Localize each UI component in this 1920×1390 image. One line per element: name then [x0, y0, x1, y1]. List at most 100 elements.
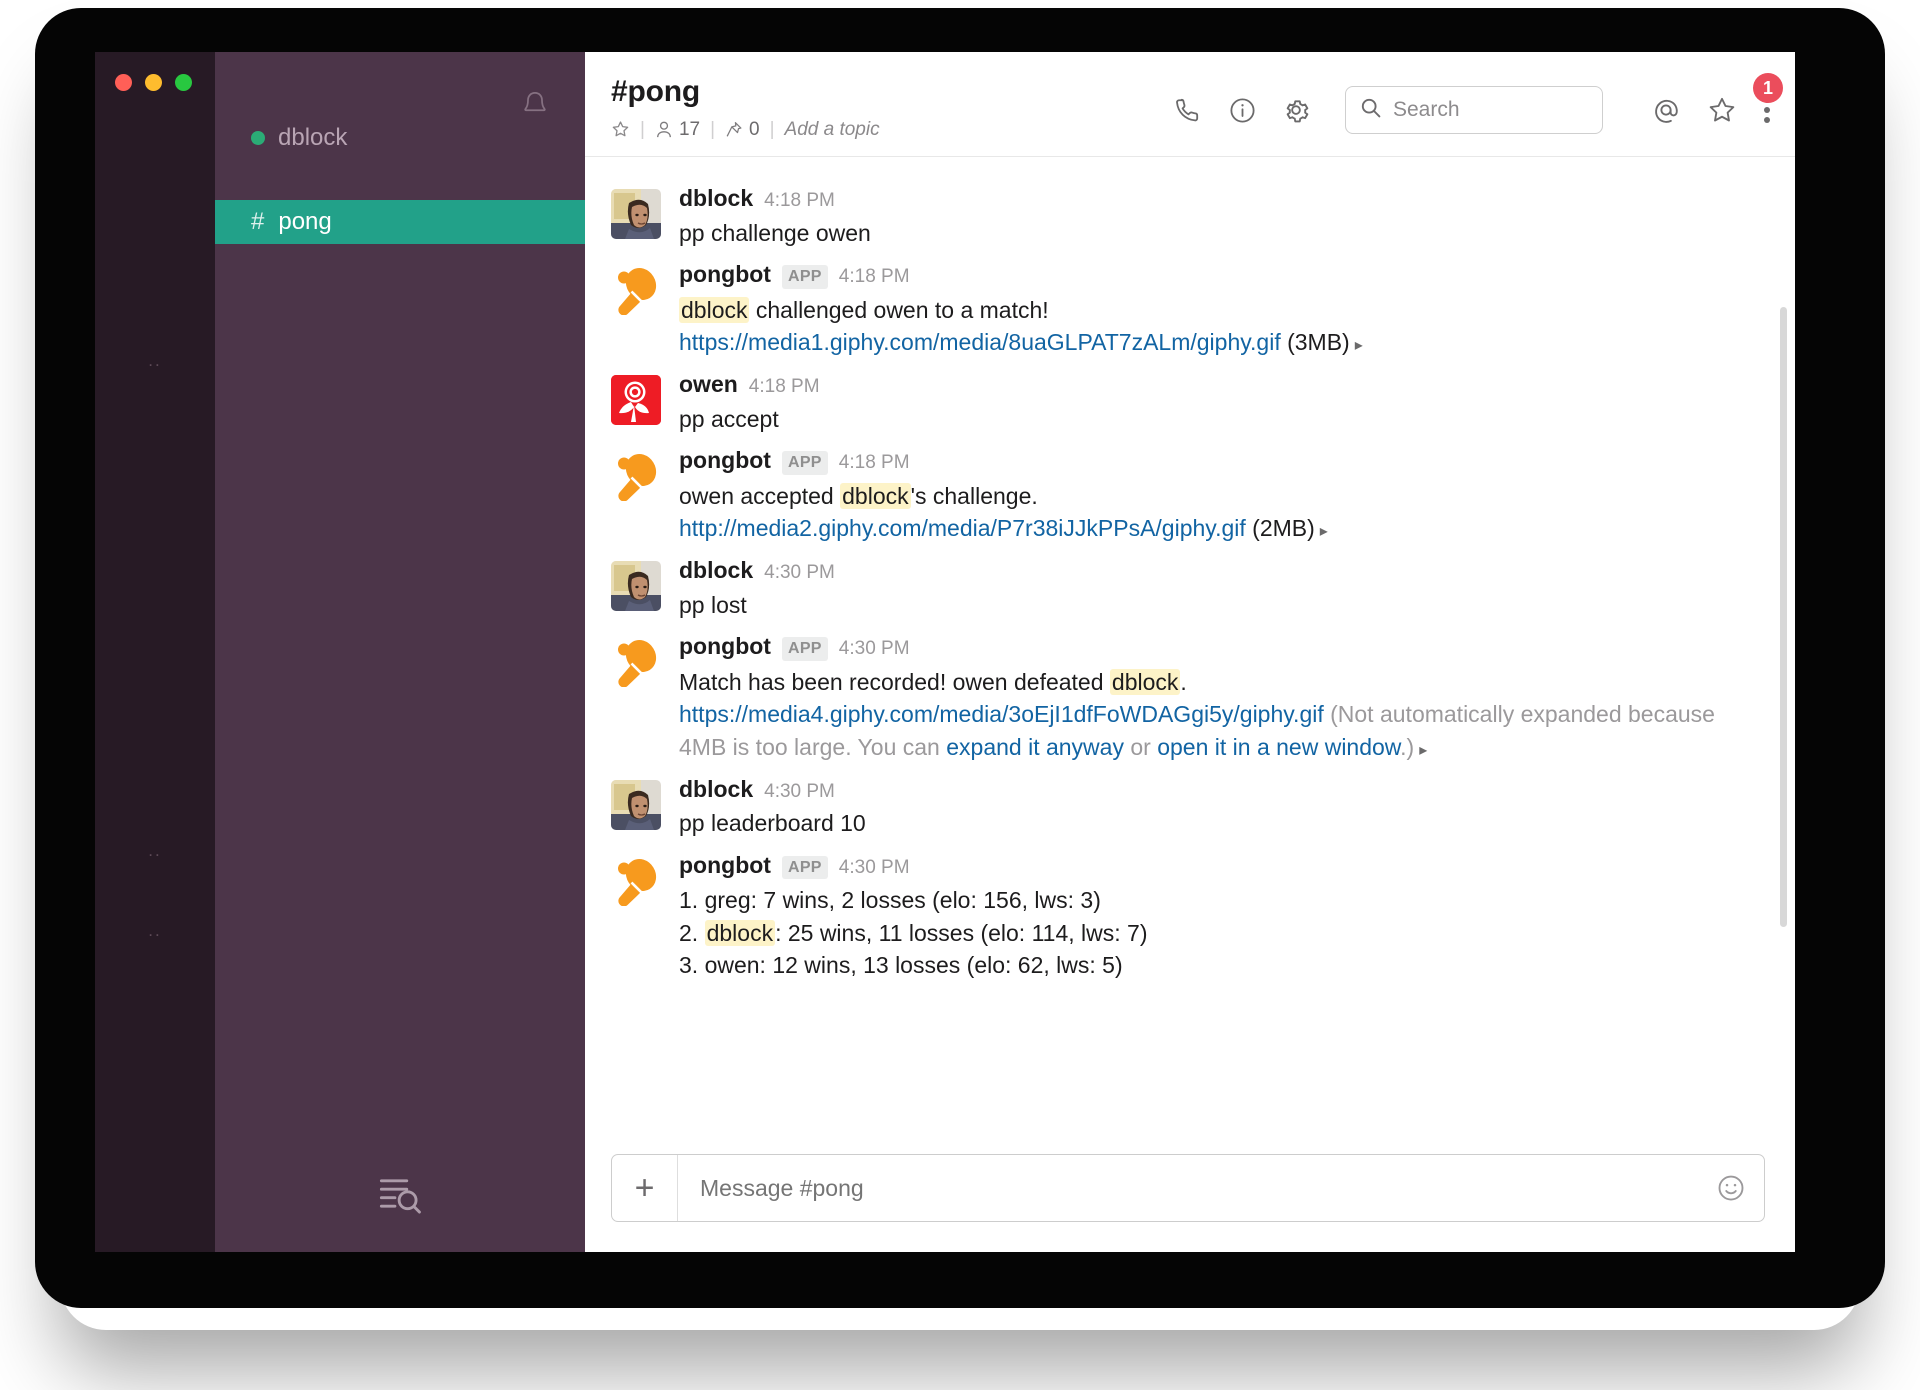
message-row: owen 4:18 PM pp accept — [611, 365, 1765, 441]
search-input[interactable]: Search — [1393, 98, 1460, 122]
message-text: pp accept — [679, 403, 1765, 436]
message-timestamp[interactable]: 4:18 PM — [764, 190, 835, 213]
expand-caret-icon[interactable]: ▸ — [1350, 337, 1363, 354]
message-link[interactable]: https://media1.giphy.com/media/8uaGLPAT7… — [679, 329, 1281, 355]
pinned-items-button[interactable]: 0 — [725, 119, 760, 141]
message-header: owen 4:18 PM — [679, 371, 1765, 399]
more-options-icon[interactable]: 1 — [1753, 73, 1783, 123]
notification-badge: 1 — [1753, 73, 1783, 103]
message-input[interactable] — [678, 1174, 1698, 1202]
message-author[interactable]: dblock — [679, 776, 753, 804]
message-header: dblock 4:30 PM — [679, 557, 1765, 585]
channel-header: #pong | 17 | 0 | Add a topic Search 1 — [585, 52, 1795, 157]
add-attachment-icon[interactable]: + — [612, 1155, 678, 1221]
slack-app-window: .. .. .. dblock # pong #pong | 17 | 0 | … — [95, 52, 1795, 1252]
team-name: dblock — [278, 124, 348, 151]
message-note: .) — [1400, 733, 1415, 760]
mention-highlight[interactable]: dblock — [1109, 668, 1181, 695]
message-author[interactable]: owen — [679, 371, 738, 399]
message-line: 1. greg: 7 wins, 2 losses (elo: 156, lws… — [679, 884, 1765, 917]
message-scrollbar-thumb[interactable] — [1780, 307, 1787, 927]
bell-icon[interactable] — [521, 90, 549, 120]
avatar[interactable] — [611, 637, 661, 688]
avatar[interactable] — [611, 189, 661, 239]
info-icon[interactable] — [1227, 95, 1257, 125]
message-link[interactable]: https://media4.giphy.com/media/3oEjI1dfF… — [679, 701, 1324, 727]
message-link[interactable]: http://media2.giphy.com/media/P7r38iJJkP… — [679, 515, 1246, 541]
message-author[interactable]: pongbot — [679, 447, 771, 475]
avatar[interactable] — [611, 779, 661, 830]
rail-placeholder-1: .. — [148, 351, 162, 370]
app-badge: APP — [781, 265, 828, 289]
message-text-run: Match has been recorded! owen defeated — [679, 668, 1110, 695]
header-right-icons: 1 — [1651, 73, 1783, 125]
mention-highlight[interactable]: dblock — [704, 919, 776, 946]
message-line: pp leaderboard 10 — [679, 807, 1765, 840]
channel-meta: | 17 | 0 | Add a topic — [611, 119, 880, 141]
message-text: 1. greg: 7 wins, 2 losses (elo: 156, lws… — [679, 884, 1765, 982]
rail-placeholder-2: .. — [148, 841, 162, 860]
message-text-run: 3. owen: 12 wins, 13 losses (elo: 62, lw… — [679, 952, 1123, 979]
members-button[interactable]: 17 — [655, 119, 700, 141]
call-icon[interactable] — [1173, 95, 1203, 125]
gear-icon[interactable] — [1281, 95, 1311, 125]
star-channel-button[interactable] — [611, 120, 630, 139]
message-text: pp leaderboard 10 — [679, 807, 1765, 840]
message-line: dblock challenged owen to a match! — [679, 294, 1765, 327]
message-timestamp[interactable]: 4:18 PM — [839, 266, 910, 289]
minimize-button[interactable] — [145, 74, 162, 91]
message-link[interactable]: expand it anyway — [946, 734, 1124, 760]
close-button[interactable] — [115, 74, 132, 91]
message-author[interactable]: pongbot — [679, 261, 771, 289]
message-text: pp challenge owen — [679, 217, 1765, 250]
starred-items-icon[interactable] — [1707, 95, 1737, 125]
message-author[interactable]: dblock — [679, 185, 753, 213]
message-timestamp[interactable]: 4:30 PM — [764, 781, 835, 804]
expand-caret-icon[interactable]: ▸ — [1414, 742, 1427, 759]
message-body: pongbot APP 4:18 PM owen accepted dblock's … — [679, 447, 1765, 545]
team-rail: .. .. .. — [95, 52, 215, 1252]
message-author[interactable]: pongbot — [679, 633, 771, 661]
message-header: dblock 4:30 PM — [679, 776, 1765, 804]
message-timestamp[interactable]: 4:18 PM — [749, 376, 820, 399]
message-composer[interactable]: + — [611, 1154, 1765, 1222]
mention-highlight[interactable]: dblock — [840, 482, 911, 509]
avatar[interactable] — [611, 265, 661, 316]
channel-sidebar: dblock # pong — [215, 52, 585, 1252]
avatar[interactable] — [611, 374, 661, 425]
message-timestamp[interactable]: 4:30 PM — [839, 638, 910, 661]
message-line: owen accepted dblock's challenge. — [679, 480, 1765, 513]
avatar[interactable] — [611, 856, 661, 906]
zoom-button[interactable] — [175, 74, 192, 91]
sidebar-item-pong[interactable]: # pong — [215, 200, 585, 244]
mentions-icon[interactable] — [1651, 95, 1681, 125]
app-badge: APP — [781, 451, 828, 475]
avatar[interactable] — [611, 451, 661, 502]
message-author[interactable]: pongbot — [679, 852, 771, 880]
message-text-run: 2. — [679, 919, 705, 946]
message-list[interactable]: dblock 4:18 PM pp challenge owen pongbot APP… — [585, 157, 1795, 1140]
message-body: dblock 4:30 PM pp leaderboard 10 — [679, 776, 1765, 840]
message-row: dblock 4:18 PM pp challenge owen — [611, 179, 1765, 255]
message-timestamp[interactable]: 4:30 PM — [839, 857, 910, 880]
message-author[interactable]: dblock — [679, 557, 753, 585]
expand-caret-icon[interactable]: ▸ — [1315, 523, 1328, 540]
avatar[interactable] — [611, 560, 661, 611]
message-timestamp[interactable]: 4:18 PM — [839, 452, 910, 475]
message-timestamp[interactable]: 4:30 PM — [764, 562, 835, 585]
search-box[interactable]: Search — [1345, 86, 1603, 134]
message-header: pongbot APP 4:18 PM — [679, 261, 1765, 289]
add-topic-button[interactable]: Add a topic — [785, 119, 880, 141]
meta-separator-3: | — [769, 118, 775, 140]
message-body: dblock 4:18 PM pp challenge owen — [679, 185, 1765, 249]
window-traffic-lights[interactable] — [115, 74, 192, 91]
mention-highlight[interactable]: dblock — [679, 296, 750, 323]
message-body: owen 4:18 PM pp accept — [679, 371, 1765, 435]
message-text-run: owen accepted — [679, 482, 841, 509]
message-text-run: pp leaderboard 10 — [679, 810, 866, 837]
header-actions: Search 1 — [1173, 73, 1783, 134]
message-header: dblock 4:18 PM — [679, 185, 1765, 213]
jump-to-icon[interactable] — [378, 1174, 422, 1214]
message-link[interactable]: open it in a new window — [1157, 734, 1400, 760]
emoji-icon[interactable] — [1698, 1173, 1764, 1203]
